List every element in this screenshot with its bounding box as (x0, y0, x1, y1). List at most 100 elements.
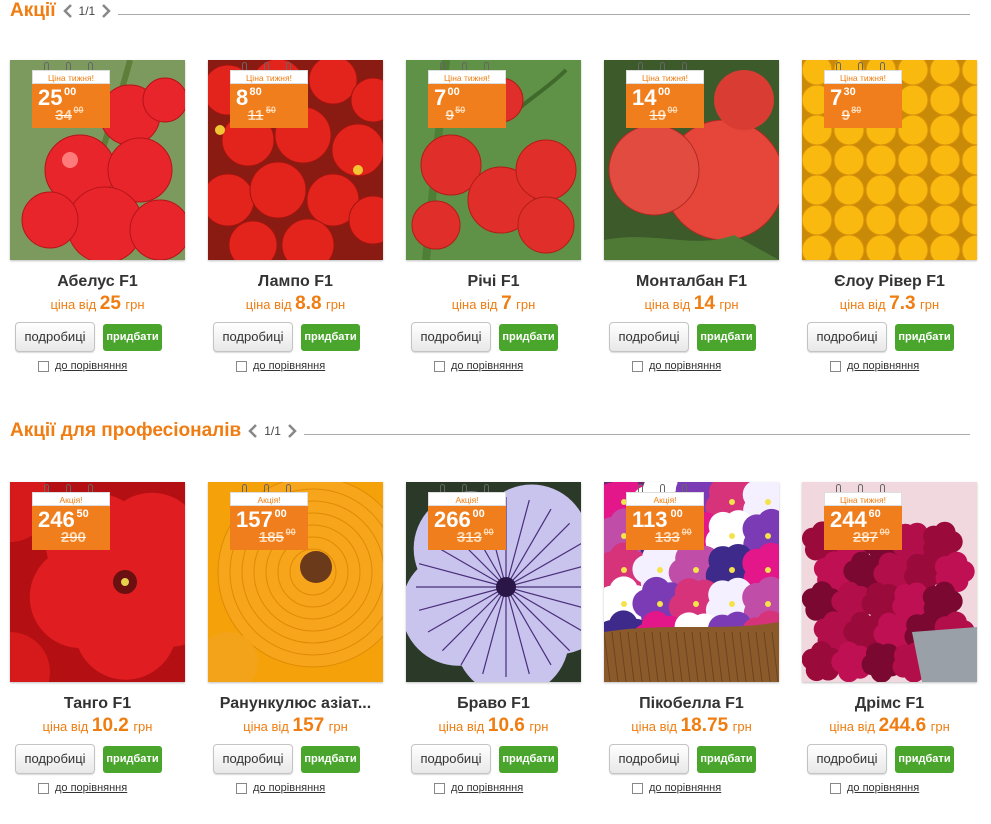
product-name[interactable]: Ранункулюс азіат... (208, 695, 383, 713)
product-image[interactable]: Ціна тижня! 8 80 11 50 (208, 60, 383, 260)
section-title: Акції для професіоналів (10, 420, 242, 441)
compare-checkbox[interactable] (38, 782, 49, 794)
product-image[interactable]: Акція! 266 00 313 00 (406, 482, 581, 682)
details-button[interactable]: подробиці (411, 744, 491, 774)
tag-label: Ціна тижня! (824, 492, 902, 506)
buy-button[interactable]: придбати (697, 324, 756, 351)
product-image[interactable]: Ціна тижня! 14 00 19 00 (604, 60, 779, 260)
product-image[interactable]: Ціна тижня! 7 30 9 80 (802, 60, 977, 260)
product-name[interactable]: Єлоу Рівер F1 (802, 273, 977, 291)
compare-toggle[interactable]: до порівняння (632, 360, 721, 372)
header-divider (118, 13, 970, 15)
tag-price: 266 (434, 507, 471, 532)
compare-checkbox[interactable] (830, 360, 841, 372)
compare-toggle[interactable]: до порівняння (830, 360, 919, 372)
product-name[interactable]: Лампо F1 (208, 273, 383, 291)
chevron-left-icon[interactable] (62, 3, 74, 19)
compare-label[interactable]: до порівняння (451, 782, 523, 794)
compare-checkbox[interactable] (830, 782, 841, 794)
product-name[interactable]: Дрімс F1 (802, 695, 977, 713)
product-name[interactable]: Абелус F1 (10, 273, 185, 291)
compare-label[interactable]: до порівняння (847, 782, 919, 794)
buy-button[interactable]: придбати (895, 746, 954, 773)
tag-price-cents: 30 (843, 86, 856, 98)
buy-button[interactable]: придбати (301, 324, 360, 351)
chevron-right-icon[interactable] (100, 3, 112, 19)
compare-checkbox[interactable] (632, 360, 643, 372)
price-value: 7.3 (889, 293, 916, 314)
tag-label: Акція! (626, 492, 704, 506)
compare-checkbox[interactable] (434, 782, 445, 794)
product-name[interactable]: Річі F1 (406, 273, 581, 291)
tag-price-box: 7 00 9 50 (428, 84, 506, 128)
product-image[interactable]: Ціна тижня! 25 00 34 00 (10, 60, 185, 260)
details-button[interactable]: подробиці (609, 322, 689, 352)
details-button[interactable]: подробиці (609, 744, 689, 774)
compare-toggle[interactable]: до порівняння (830, 782, 919, 794)
compare-label[interactable]: до порівняння (649, 360, 721, 372)
compare-toggle[interactable]: до порівняння (236, 782, 325, 794)
details-button[interactable]: подробиці (15, 322, 95, 352)
price-prefix: ціна від (644, 297, 694, 312)
compare-label[interactable]: до порівняння (847, 360, 919, 372)
product-image[interactable]: Акція! 157 00 185 00 (208, 482, 383, 682)
compare-label[interactable]: до порівняння (55, 360, 127, 372)
compare-toggle[interactable]: до порівняння (38, 782, 127, 794)
product-price: ціна від 14 грн (604, 293, 779, 315)
tag-label: Ціна тижня! (230, 70, 308, 84)
tag-label: Акція! (428, 492, 506, 506)
compare-toggle[interactable]: до порівняння (434, 360, 523, 372)
compare-label[interactable]: до порівняння (451, 360, 523, 372)
compare-toggle[interactable]: до порівняння (434, 782, 523, 794)
tag-label: Ціна тижня! (428, 70, 506, 84)
buy-button[interactable]: придбати (499, 746, 558, 773)
details-button[interactable]: подробиці (15, 744, 95, 774)
details-button[interactable]: подробиці (411, 322, 491, 352)
tag-label: Акція! (32, 492, 110, 506)
compare-checkbox[interactable] (38, 360, 49, 372)
compare-toggle[interactable]: до порівняння (38, 360, 127, 372)
tag-price-cents: 00 (64, 86, 77, 98)
product-price: ціна від 157 грн (208, 715, 383, 737)
compare-label[interactable]: до порівняння (253, 360, 325, 372)
product-card: Акція! 157 00 185 00 Ранункулюс азіат...… (208, 482, 383, 812)
compare-toggle[interactable]: до порівняння (236, 360, 325, 372)
compare-checkbox[interactable] (632, 782, 643, 794)
buy-button[interactable]: придбати (499, 324, 558, 351)
price-tag: Акція! 246 50 290 (32, 482, 110, 550)
tag-old-price: 287 (852, 529, 878, 546)
compare-toggle[interactable]: до порівняння (632, 782, 721, 794)
buy-button[interactable]: придбати (301, 746, 360, 773)
buy-button[interactable]: придбати (103, 324, 162, 351)
details-button[interactable]: подробиці (807, 322, 887, 352)
tag-label: Ціна тижня! (824, 70, 902, 84)
details-button[interactable]: подробиці (213, 744, 293, 774)
buy-button[interactable]: придбати (895, 324, 954, 351)
buy-button[interactable]: придбати (697, 746, 756, 773)
product-image[interactable]: Ціна тижня! 7 00 9 50 (406, 60, 581, 260)
product-name[interactable]: Танго F1 (10, 695, 185, 713)
compare-checkbox[interactable] (434, 360, 445, 372)
product-name[interactable]: Монталбан F1 (604, 273, 779, 291)
compare-checkbox[interactable] (236, 782, 247, 794)
product-card: Акція! 266 00 313 00 Браво F1 ціна від 1… (406, 482, 581, 812)
product-image[interactable]: Акція! 113 00 133 00 (604, 482, 779, 682)
buy-button[interactable]: придбати (103, 746, 162, 773)
compare-label[interactable]: до порівняння (253, 782, 325, 794)
price-tag: Ціна тижня! 244 60 287 00 (824, 482, 902, 550)
product-image[interactable]: Ціна тижня! 244 60 287 00 (802, 482, 977, 682)
details-button[interactable]: подробиці (807, 744, 887, 774)
details-button[interactable]: подробиці (213, 322, 293, 352)
chevron-right-icon[interactable] (286, 423, 298, 439)
product-name[interactable]: Пікобелла F1 (604, 695, 779, 713)
tag-old-price: 11 (247, 107, 264, 124)
product-image[interactable]: Акція! 246 50 290 (10, 482, 185, 682)
compare-checkbox[interactable] (236, 360, 247, 372)
compare-label[interactable]: до порівняння (649, 782, 721, 794)
chevron-left-icon[interactable] (247, 423, 259, 439)
tag-old-price: 34 (55, 107, 72, 124)
product-name[interactable]: Браво F1 (406, 695, 581, 713)
compare-label[interactable]: до порівняння (55, 782, 127, 794)
tag-old-price: 313 (456, 529, 482, 546)
price-value: 8.8 (295, 293, 322, 314)
